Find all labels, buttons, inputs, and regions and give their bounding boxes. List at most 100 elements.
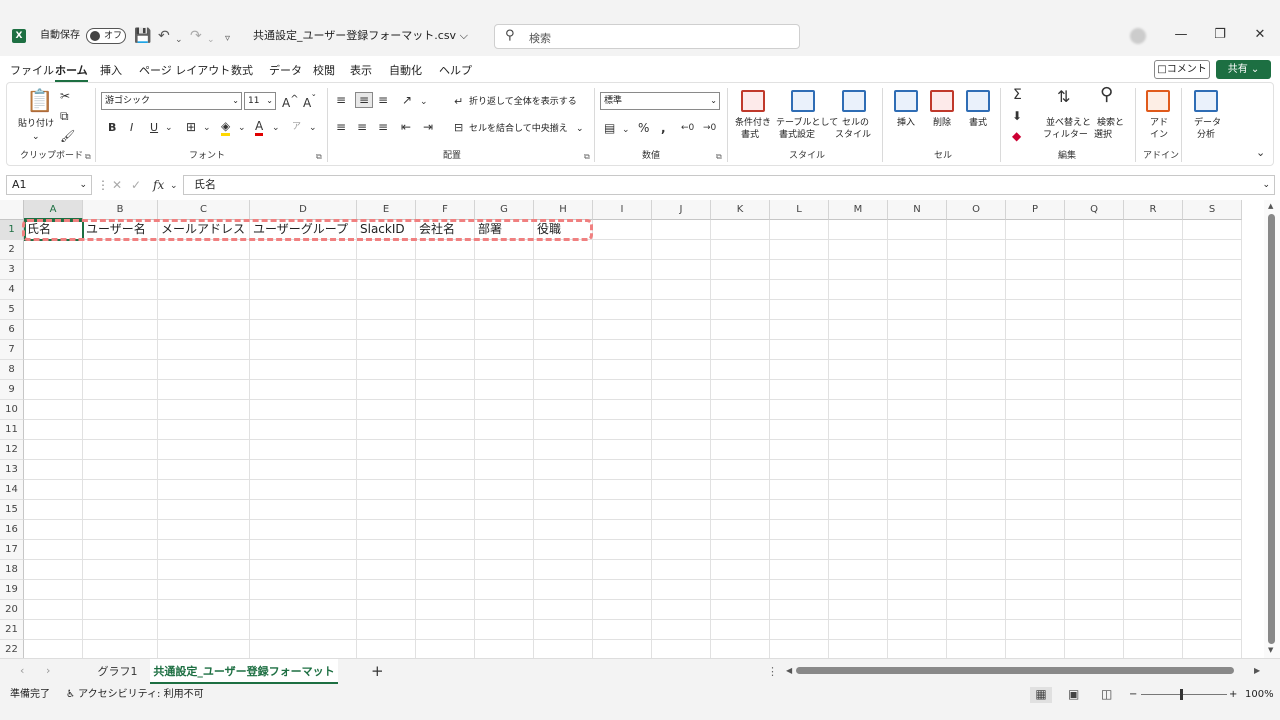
cell-i22[interactable] bbox=[593, 640, 652, 658]
cell-j10[interactable] bbox=[652, 400, 711, 420]
cell-s7[interactable] bbox=[1183, 340, 1242, 360]
cell-n21[interactable] bbox=[888, 620, 947, 640]
cell-q17[interactable] bbox=[1065, 540, 1124, 560]
next-sheet-icon[interactable]: › bbox=[46, 664, 50, 677]
tab-insert[interactable]: 挿入 bbox=[100, 63, 122, 79]
cell-b20[interactable] bbox=[83, 600, 158, 620]
cell-h17[interactable] bbox=[534, 540, 593, 560]
row-header-20[interactable]: 20 bbox=[0, 600, 24, 620]
worksheet-grid[interactable]: A B C D E F G H I J K L M N O P Q R S 1 氏名 ユーザー名 メールアドレス ユーザーグル… bbox=[0, 200, 1264, 658]
cell-c11[interactable] bbox=[158, 420, 250, 440]
cell-m19[interactable] bbox=[829, 580, 888, 600]
cell-d12[interactable] bbox=[250, 440, 357, 460]
cell-l9[interactable] bbox=[770, 380, 829, 400]
tab-home[interactable]: ホーム bbox=[55, 63, 88, 82]
cell-o10[interactable] bbox=[947, 400, 1006, 420]
cell-j8[interactable] bbox=[652, 360, 711, 380]
conditional-formatting-label-1[interactable]: 条件付き bbox=[735, 117, 771, 129]
cell-s19[interactable] bbox=[1183, 580, 1242, 600]
cell-r8[interactable] bbox=[1124, 360, 1183, 380]
paste-icon[interactable]: 📋 bbox=[26, 90, 53, 114]
cell-l1[interactable] bbox=[770, 220, 829, 240]
cell-i5[interactable] bbox=[593, 300, 652, 320]
cell-q11[interactable] bbox=[1065, 420, 1124, 440]
page-layout-view-icon[interactable]: ▣ bbox=[1068, 687, 1079, 701]
cell-g7[interactable] bbox=[475, 340, 534, 360]
orientation-icon[interactable]: ↗ bbox=[402, 93, 412, 107]
cell-n15[interactable] bbox=[888, 500, 947, 520]
copy-icon[interactable]: ⧉ bbox=[60, 109, 69, 123]
cell-a22[interactable] bbox=[24, 640, 83, 658]
accounting-format-icon[interactable]: ▤ bbox=[604, 121, 615, 135]
cell-g20[interactable] bbox=[475, 600, 534, 620]
cell-a5[interactable] bbox=[24, 300, 83, 320]
cell-g21[interactable] bbox=[475, 620, 534, 640]
cell-p14[interactable] bbox=[1006, 480, 1065, 500]
normal-view-icon[interactable]: ▦ bbox=[1030, 687, 1052, 703]
cell-c5[interactable] bbox=[158, 300, 250, 320]
align-top-icon[interactable]: ≡ bbox=[336, 93, 346, 107]
sort-filter-icon[interactable]: ⇅ bbox=[1057, 89, 1070, 105]
cell-f20[interactable] bbox=[416, 600, 475, 620]
cell-m14[interactable] bbox=[829, 480, 888, 500]
cell-l15[interactable] bbox=[770, 500, 829, 520]
cell-r10[interactable] bbox=[1124, 400, 1183, 420]
cell-s9[interactable] bbox=[1183, 380, 1242, 400]
cell-j18[interactable] bbox=[652, 560, 711, 580]
chevron-down-icon[interactable]: ⌄ bbox=[238, 121, 246, 135]
cell-g18[interactable] bbox=[475, 560, 534, 580]
cell-g8[interactable] bbox=[475, 360, 534, 380]
font-name-select[interactable]: 游ゴシック ⌄ bbox=[101, 92, 242, 110]
cell-b4[interactable] bbox=[83, 280, 158, 300]
cell-i20[interactable] bbox=[593, 600, 652, 620]
cell-o12[interactable] bbox=[947, 440, 1006, 460]
cell-l2[interactable] bbox=[770, 240, 829, 260]
cell-q16[interactable] bbox=[1065, 520, 1124, 540]
cell-q10[interactable] bbox=[1065, 400, 1124, 420]
underline-button[interactable]: U bbox=[150, 121, 158, 135]
cell-e6[interactable] bbox=[357, 320, 416, 340]
cell-m6[interactable] bbox=[829, 320, 888, 340]
cell-k13[interactable] bbox=[711, 460, 770, 480]
cell-d10[interactable] bbox=[250, 400, 357, 420]
cell-n18[interactable] bbox=[888, 560, 947, 580]
cell-i17[interactable] bbox=[593, 540, 652, 560]
align-center-icon[interactable]: ≡ bbox=[357, 120, 367, 134]
cell-g16[interactable] bbox=[475, 520, 534, 540]
cell-o20[interactable] bbox=[947, 600, 1006, 620]
column-header-o[interactable]: O bbox=[947, 200, 1006, 220]
cell-a20[interactable] bbox=[24, 600, 83, 620]
cell-s8[interactable] bbox=[1183, 360, 1242, 380]
font-color-icon[interactable]: A bbox=[255, 119, 264, 136]
decrease-decimal-icon[interactable]: →0 bbox=[703, 121, 716, 135]
cell-p10[interactable] bbox=[1006, 400, 1065, 420]
cell-r7[interactable] bbox=[1124, 340, 1183, 360]
cell-p2[interactable] bbox=[1006, 240, 1065, 260]
cell-h14[interactable] bbox=[534, 480, 593, 500]
cell-b11[interactable] bbox=[83, 420, 158, 440]
cell-q5[interactable] bbox=[1065, 300, 1124, 320]
paste-dropdown-icon[interactable]: ⌄ bbox=[32, 131, 40, 143]
cell-g3[interactable] bbox=[475, 260, 534, 280]
sheet-tab-graph1[interactable]: グラフ1 bbox=[90, 659, 145, 684]
cell-a4[interactable] bbox=[24, 280, 83, 300]
cell-s13[interactable] bbox=[1183, 460, 1242, 480]
cell-f17[interactable] bbox=[416, 540, 475, 560]
redo-dropdown-icon[interactable]: ⌄ bbox=[207, 31, 215, 49]
cell-p1[interactable] bbox=[1006, 220, 1065, 240]
cell-r17[interactable] bbox=[1124, 540, 1183, 560]
cell-o16[interactable] bbox=[947, 520, 1006, 540]
font-size-select[interactable]: 11 ⌄ bbox=[244, 92, 276, 110]
cell-a11[interactable] bbox=[24, 420, 83, 440]
cell-n10[interactable] bbox=[888, 400, 947, 420]
cell-k18[interactable] bbox=[711, 560, 770, 580]
more-options-icon[interactable]: ⋮ bbox=[97, 178, 109, 192]
cell-a6[interactable] bbox=[24, 320, 83, 340]
cell-o13[interactable] bbox=[947, 460, 1006, 480]
cell-k20[interactable] bbox=[711, 600, 770, 620]
number-format-select[interactable]: 標準 ⌄ bbox=[600, 92, 720, 110]
cell-o19[interactable] bbox=[947, 580, 1006, 600]
cell-c6[interactable] bbox=[158, 320, 250, 340]
chevron-down-icon[interactable]: ⌄ bbox=[170, 179, 178, 193]
align-middle-icon[interactable]: ≡ bbox=[355, 92, 374, 108]
